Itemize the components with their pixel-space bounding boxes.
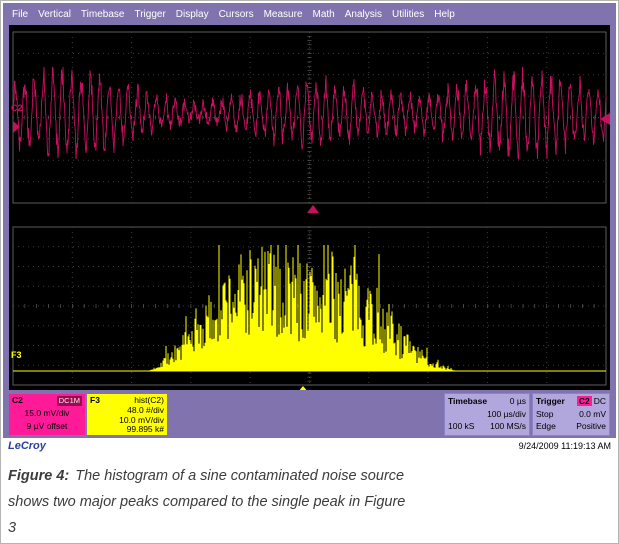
oscilloscope-window: File Vertical Timebase Trigger Display C… xyxy=(3,3,616,454)
timebase-time-per-div: 100 µs/div xyxy=(448,408,526,421)
trigger-slope: Positive xyxy=(576,420,606,433)
datetime-display: 9/24/2009 11:19:13 AM xyxy=(519,441,611,451)
menu-item-help[interactable]: Help xyxy=(429,9,460,20)
menu-item-display[interactable]: Display xyxy=(171,9,214,20)
c2-label: C2 xyxy=(12,396,23,406)
menu-item-analysis[interactable]: Analysis xyxy=(340,9,387,20)
trigger-source: C2 xyxy=(577,396,592,406)
scope-graticule: C2 F3 xyxy=(9,25,610,390)
trigger-title: Trigger xyxy=(536,395,565,408)
trigger-time-marker-icon[interactable] xyxy=(307,205,319,213)
trigger-panel[interactable]: Trigger C2DC Stop 0.0 mV Edge Positive xyxy=(532,393,610,436)
menu-item-utilities[interactable]: Utilities xyxy=(387,9,429,20)
menu-item-cursors[interactable]: Cursors xyxy=(214,9,259,20)
histogram-center-marker-icon[interactable] xyxy=(297,386,309,390)
timebase-panel[interactable]: Timebase 0 µs 100 µs/div 100 kS 100 MS/s xyxy=(444,393,530,436)
menu-item-timebase[interactable]: Timebase xyxy=(76,9,130,20)
timebase-delay: 0 µs xyxy=(510,395,526,408)
trigger-type: Edge xyxy=(536,420,556,433)
status-strip: LeCroy 9/24/2009 11:19:13 AM xyxy=(3,438,616,454)
c2-title-row: C2 DC1M xyxy=(12,396,82,406)
menu-bar: File Vertical Timebase Trigger Display C… xyxy=(3,3,616,25)
trigger-type-row: Edge Positive xyxy=(536,420,606,433)
lecroy-logo: LeCroy xyxy=(8,440,46,452)
f3-histogram-trace xyxy=(150,245,454,371)
page: File Vertical Timebase Trigger Display C… xyxy=(0,0,619,544)
timebase-title: Timebase xyxy=(448,395,487,408)
channel-c2-descriptor[interactable]: C2 DC1M 15.0 mV/div 9 µV offset xyxy=(9,394,85,435)
menu-item-measure[interactable]: Measure xyxy=(259,9,308,20)
c2-waveform-trace xyxy=(13,67,606,159)
c2-volts-per-div: 15.0 mV/div xyxy=(12,409,82,419)
menu-item-trigger[interactable]: Trigger xyxy=(129,9,170,20)
trigger-source-coupling: C2DC xyxy=(577,395,606,408)
trigger-level: 0.0 mV xyxy=(579,408,606,421)
menu-item-file[interactable]: File xyxy=(7,9,33,20)
f3-trace-label: F3 xyxy=(11,350,22,360)
trigger-mode-row: Stop 0.0 mV xyxy=(536,408,606,421)
menu-item-math[interactable]: Math xyxy=(308,9,340,20)
timebase-header: Timebase 0 µs xyxy=(448,395,526,408)
trigger-coupling: DC xyxy=(594,396,606,406)
figure-caption-label: Figure 4: xyxy=(8,468,69,484)
figure-caption: Figure 4:The histogram of a sine contami… xyxy=(8,463,408,541)
f3-label: F3 xyxy=(90,396,100,406)
trace-f3-descriptor[interactable]: F3 hist(C2) 48.0 #/div 10.0 mV/div 99.89… xyxy=(87,394,167,435)
timebase-record-length: 100 kS xyxy=(448,420,474,433)
menu-item-vertical[interactable]: Vertical xyxy=(33,9,76,20)
scope-display: C2 F3 xyxy=(9,25,610,390)
c2-offset: 9 µV offset xyxy=(12,422,82,432)
timebase-sampling-row: 100 kS 100 MS/s xyxy=(448,420,526,433)
trigger-header: Trigger C2DC xyxy=(536,395,606,408)
c2-coupling: DC1M xyxy=(57,396,82,406)
f3-population: 99.895 k# xyxy=(90,425,164,435)
trigger-mode: Stop xyxy=(536,408,554,421)
c2-trace-label: C2 xyxy=(11,103,23,113)
timebase-sample-rate: 100 MS/s xyxy=(490,420,526,433)
